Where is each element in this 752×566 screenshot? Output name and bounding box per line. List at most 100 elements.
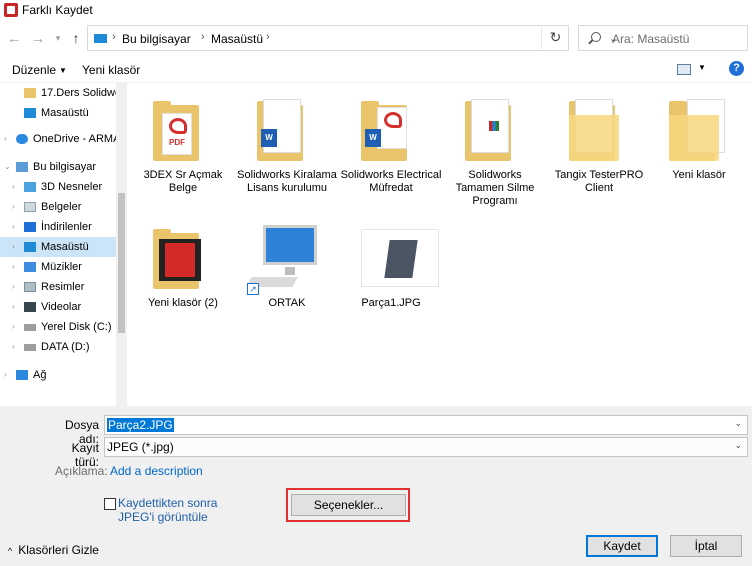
forward-arrow-icon[interactable]: → [30,30,46,46]
add-description-link[interactable]: Add a description [110,464,203,478]
view-after-save-checkbox[interactable] [104,498,116,510]
expand-chevron-icon[interactable]: › [4,365,7,385]
file-item[interactable]: W Solidworks Electrical Müfredat [339,93,443,195]
cancel-button[interactable]: İptal [670,535,742,557]
file-name: ORTAK [268,297,306,309]
file-name: Solidworks Kiralama Lisans kurulumu [237,169,337,194]
search-box[interactable]: Ara: Masaüstü [578,25,748,51]
expand-chevron-icon[interactable]: › [12,297,15,317]
address-bar[interactable]: › Bu bilgisayar › Masaüstü › ⌄ [87,25,618,51]
up-arrow-icon[interactable]: ↑ [68,30,84,46]
expand-chevron-icon[interactable]: › [12,257,15,277]
expand-chevron-icon[interactable]: › [12,317,15,337]
navigation-bar: ← → ▾ ↑ › Bu bilgisayar › Masaüstü › ⌄ ↻… [0,24,752,54]
nav-label: Belgeler [41,201,82,213]
nav-item-desktop-quick[interactable]: Masaüstü [0,103,116,123]
breadcrumb-desktop[interactable]: Masaüstü [211,32,263,46]
options-button[interactable]: Seçenekler... [291,494,406,516]
drive-icon [24,344,36,351]
title-bar: Farklı Kaydet [0,0,752,20]
nav-item-data-drive[interactable]: › DATA (D:) [0,337,116,357]
expand-chevron-icon[interactable]: › [12,197,15,217]
nav-item-this-pc[interactable]: ⌄ Bu bilgisayar [0,157,116,177]
expand-chevron-icon[interactable]: › [12,277,15,297]
organize-label: Düzenle [12,63,57,77]
hide-folders-toggle[interactable]: ^ Klasörleri Gizle [8,543,99,557]
pdf-word-folder-icon: W [339,93,443,169]
film-folder-icon [131,221,235,297]
save-button[interactable]: Kaydet [586,535,658,557]
nav-item-desktop[interactable]: › Masaüstü [0,237,116,257]
nav-label: DATA (D:) [41,341,90,353]
filetype-value: JPEG (*.jpg) [107,440,174,454]
expand-chevron-icon[interactable]: › [12,337,15,357]
file-name: Tangix TesterPRO Client [554,169,644,194]
refresh-icon[interactable]: ↻ [541,25,569,49]
search-placeholder: Ara: Masaüstü [612,32,690,46]
organize-button[interactable]: Düzenle ▼ [12,63,67,77]
expand-chevron-icon[interactable]: › [12,217,15,237]
expand-chevron-icon[interactable]: › [12,237,15,257]
video-icon [24,302,36,312]
new-folder-button[interactable]: Yeni klasör [82,63,140,77]
nav-item-3d-objects[interactable]: › 3D Nesneler [0,177,116,197]
chevron-right-icon[interactable]: › [201,31,205,43]
caret-down-icon[interactable]: ▼ [698,63,706,72]
file-name: Yeni klasör [672,169,726,181]
music-icon [24,262,36,272]
hide-folders-label: Klasörleri Gizle [18,543,99,557]
nav-item-onedrive[interactable]: › OneDrive - ARMA [0,129,120,149]
computer-icon [16,162,28,172]
breadcrumb-this-pc[interactable]: Bu bilgisayar [122,32,191,46]
nav-item-music[interactable]: › Müzikler [0,257,116,277]
expand-chevron-icon[interactable]: › [4,129,7,149]
view-after-save-line1: Kaydettikten sonra [118,496,218,510]
scrollbar-thumb[interactable] [118,193,125,333]
file-item[interactable]: ↗ ORTAK [235,221,339,310]
file-item[interactable]: W Solidworks Kiralama Lisans kurulumu [235,93,339,195]
computer-shortcut-icon: ↗ [235,221,339,297]
navigation-pane: 17.Ders Solidworks Masaüstü › OneDrive -… [0,83,127,406]
nav-item-local-disk[interactable]: › Yerel Disk (C:) [0,317,116,337]
nav-scrollbar[interactable] [116,83,127,406]
file-item[interactable]: Parça1.JPG [339,221,443,310]
nav-item-pictures[interactable]: › Resimler [0,277,116,297]
nav-item-documents[interactable]: › Belgeler [0,197,116,217]
help-icon[interactable]: ? [729,61,744,76]
word-folder-icon: W [235,93,339,169]
chevron-right-icon[interactable]: › [266,31,270,43]
view-options-icon[interactable] [677,64,691,75]
file-item[interactable]: Tangix TesterPRO Client [547,93,651,195]
file-list: PDF 3DEX Sr Açmak Belge W Solidworks Kir… [127,83,752,406]
chevron-down-icon[interactable]: ⌄ [734,440,742,451]
nav-label: Videolar [41,301,82,313]
caret-down-icon: ▼ [59,66,67,75]
download-icon [24,222,36,232]
nav-item-downloads[interactable]: › İndirilenler [0,217,116,237]
collapse-chevron-icon[interactable]: ⌄ [4,157,11,177]
filetype-select[interactable]: JPEG (*.jpg) ⌄ [104,437,748,457]
filename-input[interactable]: Parça2.JPG ⌄ [104,415,748,435]
cloud-icon [16,134,28,144]
chevron-down-icon[interactable]: ⌄ [734,418,742,429]
file-item[interactable]: Solidworks Tamamen Silme Programı [443,93,547,208]
nav-label: Müzikler [41,261,82,273]
chevron-right-icon[interactable]: › [112,31,116,43]
recent-chevron-icon[interactable]: ▾ [50,30,66,46]
file-item[interactable]: Yeni klasör [647,93,751,182]
back-arrow-icon[interactable]: ← [6,30,22,46]
save-form: Dosya adı: Parça2.JPG ⌄ Kayıt türü: JPEG… [0,406,752,566]
file-item[interactable]: Yeni klasör (2) [131,221,235,310]
view-after-save-label[interactable]: Kaydettikten sonra JPEG'i görüntüle [118,496,217,524]
nav-item-videos[interactable]: › Videolar [0,297,116,317]
nav-item-ders-folder[interactable]: 17.Ders Solidworks [0,83,127,103]
pdf-folder-icon: PDF [131,93,235,169]
file-item[interactable]: PDF 3DEX Sr Açmak Belge [131,93,235,195]
desktop-icon [24,108,36,118]
documents-icon [24,202,36,212]
description-label: Açıklama: [55,464,108,478]
nav-label: İndirilenler [41,221,92,233]
expand-chevron-icon[interactable]: › [12,177,15,197]
nav-item-network[interactable]: › Ağ [0,365,116,385]
nav-label: 17.Ders Solidworks [41,87,127,99]
